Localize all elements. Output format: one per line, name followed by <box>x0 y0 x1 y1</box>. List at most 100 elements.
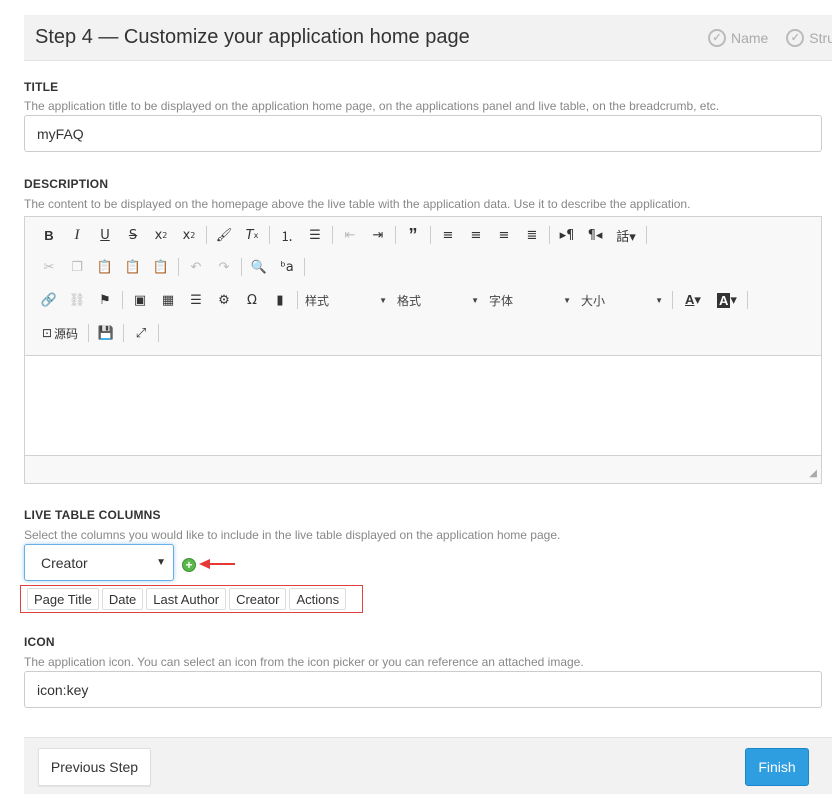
undo-icon[interactable]: ↶ <box>182 254 210 280</box>
align-right-icon[interactable]: ≡ <box>490 222 518 248</box>
find-icon[interactable]: 🔍 <box>245 254 273 280</box>
previous-step-button[interactable]: Previous Step <box>38 748 151 786</box>
toolbar-separator <box>672 291 673 309</box>
replace-icon[interactable]: ᵇa <box>273 254 301 280</box>
column-select[interactable]: Creator ▼ <box>24 544 174 581</box>
styles-combo[interactable]: 样式 ▼ <box>301 289 391 311</box>
add-column-icon[interactable]: + <box>182 558 196 572</box>
column-chip-creator[interactable]: Creator <box>229 588 287 610</box>
column-chip-date[interactable]: Date <box>101 588 144 610</box>
cut-icon[interactable]: ✂ <box>35 254 63 280</box>
red-arrow-icon <box>199 559 235 569</box>
chevron-down-icon: ▼ <box>655 295 663 305</box>
finish-button[interactable]: Finish <box>745 748 809 786</box>
indent-icon[interactable]: ⇥ <box>364 222 392 248</box>
align-left-icon[interactable]: ≡ <box>434 222 462 248</box>
editor-content-area[interactable] <box>25 355 821 456</box>
bulleted-list-icon[interactable]: ☰ <box>301 222 329 248</box>
step-structure[interactable]: ✓ Stru <box>786 28 832 47</box>
text-direction-ltr-icon[interactable]: ▸¶ <box>553 222 581 248</box>
wizard-footer: Previous Step Finish <box>24 737 832 794</box>
size-combo-label: 大小 <box>581 293 606 308</box>
font-combo-label: 字体 <box>489 293 514 308</box>
toolbar-row-1: B I U S x2 x2 🖌 Tx ⒈ ☰ ⇤ ⇥ ” ≡ ≡ ≡ ≣ ▸¶ … <box>35 222 650 248</box>
copy-icon[interactable]: ❐ <box>63 254 91 280</box>
horizontal-rule-icon[interactable]: ☰ <box>182 287 210 313</box>
column-chip-actions[interactable]: Actions <box>289 588 347 610</box>
outdent-icon[interactable]: ⇤ <box>336 222 364 248</box>
maximize-icon[interactable]: ⤢ <box>127 320 155 346</box>
icon-hint: The application icon. You can select an … <box>24 655 584 669</box>
paste-word-icon[interactable]: 📋 <box>147 254 175 280</box>
toolbar-separator <box>178 258 179 276</box>
toolbar-row-4: ⊡ 源码 💾 ⤢ <box>35 320 162 346</box>
image-icon[interactable]: ▣ <box>126 287 154 313</box>
toolbar-separator <box>206 226 207 244</box>
align-center-icon[interactable]: ≡ <box>462 222 490 248</box>
redo-icon[interactable]: ↷ <box>210 254 238 280</box>
macro-gear-icon[interactable]: ⚙ <box>210 287 238 313</box>
link-icon[interactable]: 🔗 <box>35 287 63 313</box>
format-combo[interactable]: 格式 ▼ <box>393 289 483 311</box>
toolbar-separator <box>241 258 242 276</box>
size-combo[interactable]: 大小 ▼ <box>577 289 667 311</box>
subscript-icon[interactable]: x2 <box>147 222 175 248</box>
source-icon: ⊡ <box>41 326 53 340</box>
font-combo[interactable]: 字体 ▼ <box>485 289 575 311</box>
paste-text-icon[interactable]: 📋 <box>119 254 147 280</box>
toolbar-separator <box>123 324 124 342</box>
superscript-icon[interactable]: x2 <box>175 222 203 248</box>
source-label: 源码 <box>54 326 79 341</box>
live-table-hint: Select the columns you would like to inc… <box>24 528 561 542</box>
toolbar-separator <box>88 324 89 342</box>
underline-icon[interactable]: U <box>91 222 119 248</box>
step-label: Name <box>731 29 769 46</box>
numbered-list-icon[interactable]: ⒈ <box>273 222 301 248</box>
icon-label: ICON <box>24 635 55 649</box>
toolbar-row-2: ✂ ❐ 📋 📋 📋 ↶ ↷ 🔍 ᵇa <box>35 254 308 280</box>
italic-icon[interactable]: I <box>63 222 91 248</box>
text-direction-rtl-icon[interactable]: ¶◂ <box>581 222 609 248</box>
rich-text-editor: B I U S x2 x2 🖌 Tx ⒈ ☰ ⇤ ⇥ ” ≡ ≡ ≡ ≣ ▸¶ … <box>24 216 822 484</box>
bold-icon[interactable]: B <box>35 222 63 248</box>
step-name[interactable]: ✓ Name <box>708 28 769 47</box>
styles-combo-label: 样式 <box>305 293 330 308</box>
unlink-icon[interactable]: ⛓ <box>63 287 91 313</box>
selected-columns-list: Page Title Date Last Author Creator Acti… <box>20 585 363 613</box>
background-color-icon[interactable]: A ▾ <box>710 287 744 313</box>
align-justify-icon[interactable]: ≣ <box>518 222 546 248</box>
language-icon[interactable]: 話▾ <box>609 222 643 248</box>
toolbar-row-3: 🔗 ⛓ ⚑ ▣ ▦ ☰ ⚙ Ω ▮ 样式 ▼ 格式 ▼ 字体 ▼ 大小 ▼ A ▾… <box>35 287 751 313</box>
title-label: TITLE <box>24 80 59 94</box>
chevron-down-icon: ▼ <box>379 295 387 305</box>
text-color-icon[interactable]: A ▾ <box>676 287 710 313</box>
toolbar-separator <box>304 258 305 276</box>
toolbar-separator <box>269 226 270 244</box>
title-input[interactable]: myFAQ <box>24 115 822 152</box>
table-icon[interactable]: ▦ <box>154 287 182 313</box>
icon-input[interactable]: icon:key <box>24 671 822 708</box>
source-button[interactable]: ⊡ 源码 <box>35 320 85 346</box>
toolbar-separator <box>122 291 123 309</box>
chevron-down-icon: ▼ <box>471 295 479 305</box>
toolbar-separator <box>297 291 298 309</box>
column-chip-last-author[interactable]: Last Author <box>146 588 227 610</box>
toolbar-separator <box>747 291 748 309</box>
wizard-header: Step 4 — Customize your application home… <box>24 15 832 61</box>
save-icon[interactable]: 💾 <box>92 320 120 346</box>
resize-grip-icon[interactable]: ◢ <box>809 468 817 479</box>
column-chip-page-title[interactable]: Page Title <box>27 588 99 610</box>
toolbar-separator <box>395 226 396 244</box>
toolbar-separator <box>549 226 550 244</box>
blockquote-icon[interactable]: ” <box>399 222 427 248</box>
dropdown-arrow-icon: ▼ <box>156 557 166 568</box>
remove-format-icon[interactable]: Tx <box>238 222 266 248</box>
paste-icon[interactable]: 📋 <box>91 254 119 280</box>
special-char-omega-icon[interactable]: Ω <box>238 287 266 313</box>
title-hint: The application title to be displayed on… <box>24 99 720 113</box>
live-table-label: LIVE TABLE COLUMNS <box>24 508 161 522</box>
anchor-flag-icon[interactable]: ⚑ <box>91 287 119 313</box>
strikethrough-icon[interactable]: S <box>119 222 147 248</box>
copy-format-icon[interactable]: 🖌 <box>210 222 238 248</box>
page-break-icon[interactable]: ▮ <box>266 287 294 313</box>
